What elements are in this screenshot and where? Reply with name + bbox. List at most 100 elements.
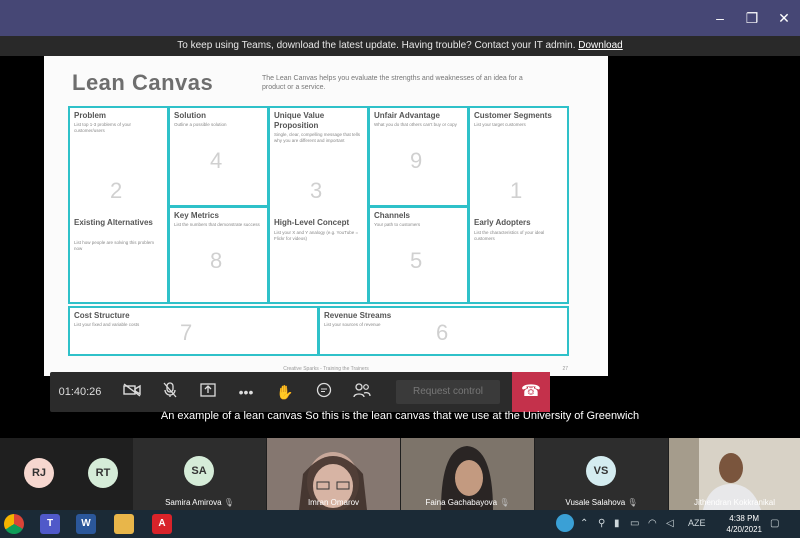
raise-hand-icon[interactable]: ✋ [275,382,295,402]
participant-tile[interactable]: Faina Gachabayova 🎙 [401,438,534,510]
mic-off-icon[interactable] [160,382,180,402]
participant-tile[interactable]: Jithendran Kokkranikal [669,438,800,510]
request-control-button[interactable]: Request control [396,380,500,404]
clock[interactable]: 4:38 PM 4/20/2021 [726,513,762,535]
participants-icon[interactable] [352,382,372,402]
participant-strip: RJ RT SA Samira Amirova 🎙 Imran Omarov F… [0,438,800,512]
banner-text: To keep using Teams, download the latest… [177,40,576,51]
cell-subtext: List your sources of revenue [324,322,381,327]
help-icon[interactable] [556,514,574,532]
teams-icon[interactable]: T [40,514,60,534]
restore-button[interactable]: ❐ [742,8,762,28]
cell-heading: Unfair Advantage [374,111,440,120]
word-icon[interactable]: W [76,514,96,534]
canvas-cell-channels: Channels Your path to customers 5 [368,206,469,304]
cell-number: 8 [210,248,223,273]
cell-heading: Solution [174,111,206,120]
cell-subtext: What you do that others can't buy or cop… [374,122,457,127]
cell-heading: Channels [374,211,411,220]
cell-number: 9 [410,148,423,173]
download-link[interactable]: Download [578,40,622,51]
participant-tile[interactable]: VS Vusale Salahova 🎙 [535,438,668,510]
cell-subtext: List your fixed and variable costs [74,322,140,327]
display-icon[interactable]: ▭ [630,518,639,529]
avatar: VS [586,456,616,486]
participant-name: Imran Omarov [307,498,360,507]
battery-icon[interactable]: ▮ [614,518,620,529]
shared-slide: Lean Canvas The Lean Canvas helps you ev… [44,56,608,376]
cell-heading: Early Adopters [474,218,531,227]
canvas-cell-cost-structure: Cost Structure List your fixed and varia… [68,306,319,356]
mic-muted-icon: 🎙 [627,498,638,507]
cell-heading: Key Metrics [174,211,219,220]
cell-subtext: List top 1-3 problems of your customer/u… [74,122,132,133]
canvas-cell-problem: Problem List top 1-3 problems of your cu… [68,106,169,304]
slide-page-number: 27 [562,366,568,372]
chat-icon[interactable] [314,382,334,402]
cell-subtext: List your target customers [474,122,526,127]
close-button[interactable]: ✕ [774,8,794,28]
cell-number: 4 [210,148,223,173]
usb-icon[interactable]: ⚲ [598,518,605,529]
cell-subtext: List the characteristics of your ideal c… [474,230,545,241]
slide-title: Lean Canvas [72,70,214,95]
language-indicator[interactable]: AZE [688,518,706,528]
cell-number: 6 [436,320,449,345]
participant-tile[interactable]: RT [66,438,132,510]
cell-heading: Problem [74,111,107,120]
cell-subtext: Outline a possible solution [174,122,227,127]
canvas-cell-customer-segments: Customer Segments List your target custo… [468,106,569,304]
title-bar: – ❐ ✕ [0,0,800,36]
meeting-timer: 01:40:26 [58,386,102,398]
camera-off-icon[interactable] [122,382,142,402]
cell-number: 5 [410,248,423,273]
participant-tile[interactable]: Imran Omarov [267,438,400,512]
avatar: RT [88,458,118,488]
cell-subtext: List the numbers that demonstrate succes… [174,222,260,227]
cell-heading: Unique Value Proposition [274,111,325,130]
file-explorer-icon[interactable] [114,514,134,534]
avatar: RJ [24,458,54,488]
notifications-icon[interactable]: ▢ [770,518,779,529]
pdf-reader-icon[interactable]: A [152,514,172,534]
avatar: SA [184,456,214,486]
slide-description: The Lean Canvas helps you evaluate the s… [262,75,523,91]
canvas-cell-solution: Solution Outline a possible solution 4 [168,106,269,207]
wifi-icon[interactable]: ◠ [648,518,657,529]
volume-icon[interactable]: ◁ [666,518,674,529]
share-screen-icon[interactable] [198,382,218,402]
cell-heading: Cost Structure [74,311,130,320]
cell-heading: Existing Alternatives [74,218,153,227]
more-options-icon[interactable]: ••• [236,382,256,402]
mic-muted-icon: 🎙 [223,498,234,507]
participant-name: Vusale Salahova 🎙 [565,498,638,507]
clock-date: 4/20/2021 [726,525,762,534]
canvas-cell-unfair-advantage: Unfair Advantage What you do that others… [368,106,469,207]
chrome-icon[interactable] [4,514,24,534]
cell-subtext: List your X and Y analogy (e.g. YouTube … [274,230,359,241]
participant-name: Faina Gachabayova 🎙 [425,498,510,507]
participant-name: Jithendran Kokkranikal [694,498,775,507]
cell-subtext: Your path to customers [374,222,421,227]
canvas-cell-key-metrics: Key Metrics List the numbers that demons… [168,206,269,304]
cell-number: 3 [310,178,323,203]
mic-muted-icon: 🎙 [499,498,510,507]
chevron-up-icon[interactable]: ⌃ [580,518,588,529]
hang-up-button[interactable]: ☎ [512,372,550,412]
cell-subtext: List how people are solving this problem… [74,240,155,251]
cell-heading: High-Level Concept [274,218,350,227]
cell-heading: Revenue Streams [324,311,392,320]
canvas-cell-value-proposition: Unique Value Proposition Single, clear, … [268,106,369,304]
clock-time: 4:38 PM [729,514,760,523]
cell-number: 7 [180,320,193,345]
taskbar: T W A ⌃ ⚲ ▮ ▭ ◠ ◁ AZE 4:38 PM 4/20/2021 … [0,510,800,538]
cell-number: 2 [110,178,123,203]
participant-name: Samira Amirova 🎙 [165,498,234,507]
cell-number: 1 [510,178,523,203]
participant-tile[interactable]: RJ [0,438,66,510]
cell-heading: Customer Segments [474,111,552,120]
minimize-button[interactable]: – [710,8,730,28]
participant-tile[interactable]: SA Samira Amirova 🎙 [133,438,266,510]
update-banner: To keep using Teams, download the latest… [0,36,800,56]
canvas-cell-revenue-streams: Revenue Streams List your sources of rev… [318,306,569,356]
